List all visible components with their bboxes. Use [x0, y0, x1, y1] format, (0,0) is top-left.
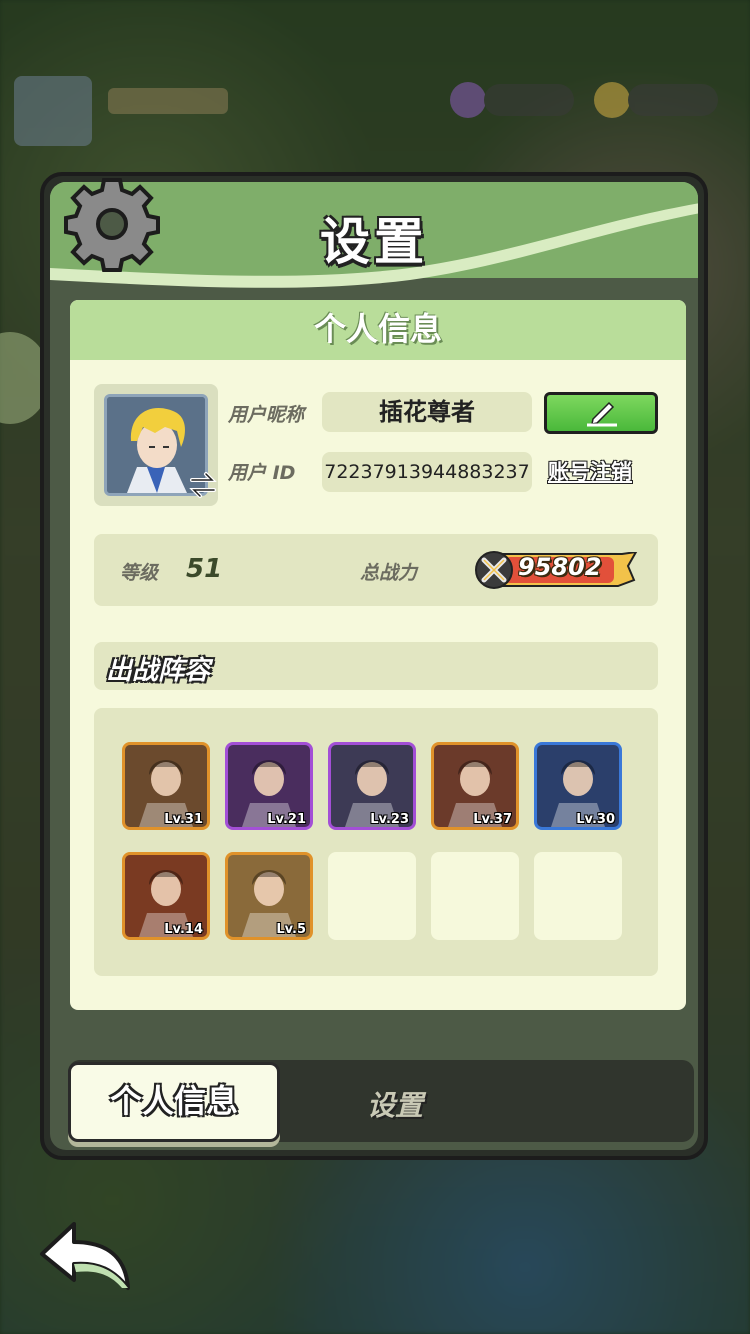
hero-level: Lv.23 — [370, 812, 409, 827]
lineup-grid: Lv.31 Lv.21 Lv.23 Lv.37 Lv.30 Lv.14 Lv.5 — [94, 708, 658, 976]
hero-slot[interactable]: Lv.30 — [534, 742, 622, 830]
hero-level: Lv.30 — [576, 812, 615, 827]
profile-card: 个人信息 用户昵称 插花尊者 — [70, 300, 686, 1010]
gem-icon — [450, 82, 486, 118]
account-deletion-link[interactable]: 账号注销 — [548, 456, 632, 486]
settings-panel: 设置 个人信息 用户昵称 插花尊者 用户 ID 7223791394488323… — [40, 172, 708, 1160]
hero-slot[interactable]: Lv.21 — [225, 742, 313, 830]
hero-slot[interactable]: Lv.23 — [328, 742, 416, 830]
coin-icon — [594, 82, 630, 118]
hero-level: Lv.21 — [267, 812, 306, 827]
hud-resource-gem — [484, 84, 574, 116]
settings-panel-inner: 设置 个人信息 用户昵称 插花尊者 用户 ID 7223791394488323… — [50, 182, 698, 1150]
hero-slot[interactable]: Lv.5 — [225, 852, 313, 940]
switch-avatar-icon[interactable] — [186, 468, 220, 502]
power-value: 95802 — [518, 553, 602, 581]
empty-hero-slot[interactable] — [328, 852, 416, 940]
hero-level: Lv.14 — [164, 922, 203, 937]
stats-row: 等级 51 总战力 95802 — [94, 534, 658, 606]
crossed-swords-icon — [475, 551, 513, 589]
lineup-title-bar: 出战阵容 — [94, 642, 658, 690]
tab-settings[interactable]: 设置 — [340, 1084, 450, 1124]
background-hud — [14, 76, 734, 156]
edit-nickname-button[interactable] — [544, 392, 658, 434]
hud-avatar — [14, 76, 92, 146]
level-label: 等级 — [120, 562, 159, 584]
hud-resource-coin — [628, 84, 718, 116]
pencil-icon — [587, 401, 617, 427]
user-id-label: 用户 ID — [228, 462, 296, 484]
hero-level: Lv.37 — [473, 812, 512, 827]
empty-hero-slot[interactable] — [534, 852, 622, 940]
back-arrow-button[interactable] — [38, 1218, 134, 1294]
hero-level: Lv.5 — [276, 922, 306, 937]
nickname-field: 插花尊者 — [322, 392, 532, 432]
profile-card-title: 个人信息 — [70, 300, 686, 360]
level-value: 51 — [186, 554, 223, 584]
tab-profile[interactable]: 个人信息 — [68, 1062, 280, 1142]
hero-level: Lv.31 — [164, 812, 203, 827]
hero-slot[interactable]: Lv.31 — [122, 742, 210, 830]
power-label: 总战力 — [360, 562, 418, 584]
lineup-title: 出战阵容 — [106, 656, 211, 686]
avatar-frame[interactable] — [94, 384, 218, 506]
empty-hero-slot[interactable] — [431, 852, 519, 940]
hud-name-bar — [108, 88, 228, 114]
nickname-label: 用户昵称 — [228, 404, 305, 426]
gear-icon — [64, 178, 160, 272]
hero-slot[interactable]: Lv.14 — [122, 852, 210, 940]
user-id-field: 7223791394488323​7 — [322, 452, 532, 492]
hero-slot[interactable]: Lv.37 — [431, 742, 519, 830]
